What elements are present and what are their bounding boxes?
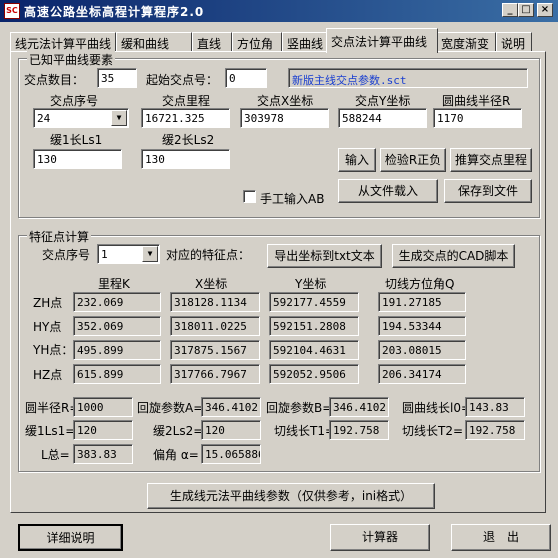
title-bar[interactable]: SC 高速公路坐标高程计算程序2.0 _ □ × (0, 0, 558, 22)
l0-field: 143.83 (465, 397, 525, 417)
header-ip-y: 交点Y坐标 (355, 94, 411, 108)
hz-k-field: 615.899 (73, 364, 161, 384)
window-title: 高速公路坐标高程计算程序2.0 (24, 5, 205, 19)
zh-x-field: 318128.1134 (170, 292, 260, 312)
ls1-label: 缓1长Ls1 (50, 133, 103, 147)
detailed-help-button[interactable]: 详细说明 (18, 524, 123, 551)
tab-huanhe[interactable]: 缓和曲线 (116, 32, 192, 52)
ip-count-label: 交点数目： (24, 73, 85, 87)
generate-cad-button[interactable]: 生成交点的CAD脚本 (392, 244, 515, 268)
tab-fangweijiao[interactable]: 方位角 (232, 32, 282, 52)
minimize-button[interactable]: _ (502, 3, 518, 17)
hy-k-field: 352.069 (73, 316, 161, 336)
ip-no-select[interactable]: 24 ▼ (33, 108, 129, 128)
tab-zhixian[interactable]: 直线 (192, 32, 232, 52)
row-label-yh: YH点： (33, 343, 74, 357)
hy-y-field: 592151.2808 (269, 316, 359, 336)
t1-field: 192.758 (329, 420, 389, 440)
ls1-result-field: 120 (73, 420, 133, 440)
check-r-sign-button[interactable]: 检验R正负 (380, 148, 446, 172)
row-label-hy: HY点 (33, 320, 62, 334)
app-icon: SC (4, 3, 20, 19)
col-header-x: X坐标 (195, 277, 228, 291)
corresponding-points-label: 对应的特征点： (166, 248, 251, 262)
ip-y-input[interactable]: 588244 (338, 108, 427, 128)
ip-no-value: 24 (37, 112, 51, 125)
hz-q-field: 206.34174 (378, 364, 466, 384)
ip-x-input[interactable]: 303978 (240, 108, 329, 128)
tab-jiaodianfa[interactable]: 交点法计算平曲线 (326, 28, 438, 53)
yh-k-field: 495.899 (73, 340, 161, 360)
header-radius: 圆曲线半径R (442, 94, 511, 108)
t1-label: 切线长T1= (274, 424, 336, 438)
yh-q-field: 203.08015 (378, 340, 466, 360)
l-total-label: L总= (41, 448, 70, 462)
tab-shuquxian[interactable]: 竖曲线 (282, 32, 332, 52)
manual-ab-label: 手工输入AB (260, 192, 325, 206)
hy-q-field: 194.53344 (378, 316, 466, 336)
chevron-down-icon[interactable]: ▼ (142, 246, 158, 262)
col-header-q: 切线方位角Q (385, 277, 455, 291)
feature-ip-label: 交点序号 (42, 248, 91, 262)
ls2-result-field: 120 (201, 420, 261, 440)
tab-shuoming[interactable]: 说明 (496, 32, 532, 52)
ls1-result-label: 缓1Ls1= (25, 424, 76, 438)
a-field: 346.4102 (201, 397, 261, 417)
ls2-input[interactable]: 130 (141, 149, 230, 169)
zh-q-field: 191.27185 (378, 292, 466, 312)
b-field: 346.4102 (329, 397, 389, 417)
header-ip-x: 交点X坐标 (257, 94, 314, 108)
l0-label: 圆曲线长l0= (402, 401, 472, 415)
row-label-zh: ZH点 (33, 296, 63, 310)
ls2-result-label: 缓2Ls2= (153, 424, 204, 438)
yh-x-field: 317875.1567 (170, 340, 260, 360)
t2-label: 切线长T2= (402, 424, 464, 438)
ls2-label: 缓2长Ls2 (162, 133, 215, 147)
yh-y-field: 592104.4631 (269, 340, 359, 360)
exit-button[interactable]: 退 出 (451, 524, 551, 551)
feature-ip-select[interactable]: 1 ▼ (97, 244, 160, 264)
save-to-file-button[interactable]: 保存到文件 (444, 179, 532, 203)
t2-field: 192.758 (465, 420, 525, 440)
alpha-field: 15.065886 (201, 444, 261, 464)
a-label: 回旋参数A= (137, 401, 204, 415)
row-label-hz: HZ点 (33, 368, 63, 382)
l-total-field: 383.83 (73, 444, 133, 464)
header-ip-no: 交点序号 (50, 94, 99, 108)
hz-x-field: 317766.7967 (170, 364, 260, 384)
header-ip-station: 交点里程 (162, 94, 211, 108)
feature-calc-title: 特征点计算 (27, 228, 92, 245)
b-label: 回旋参数B= (266, 401, 333, 415)
input-button[interactable]: 输入 (338, 148, 376, 172)
zh-y-field: 592177.4559 (269, 292, 359, 312)
tab-xianyuan[interactable]: 线元法计算平曲线 (10, 32, 116, 52)
calc-ip-station-button[interactable]: 推算交点里程 (450, 148, 532, 172)
file-name-field: 新版主线交点参数.sct (288, 68, 528, 88)
r-field: 1000 (73, 397, 133, 417)
manual-ab-checkbox[interactable] (243, 190, 256, 203)
ip-count-input[interactable]: 35 (97, 68, 137, 88)
col-header-y: Y坐标 (295, 277, 327, 291)
zh-k-field: 232.069 (73, 292, 161, 312)
calculator-button[interactable]: 计算器 (330, 524, 430, 551)
col-header-k: 里程K (98, 277, 130, 291)
maximize-button[interactable]: □ (518, 3, 534, 17)
alpha-label: 偏角 α= (153, 448, 199, 462)
hz-y-field: 592052.9506 (269, 364, 359, 384)
start-ip-input[interactable]: 0 (225, 68, 267, 88)
known-elements-title: 已知平曲线要素 (27, 51, 116, 68)
radius-input[interactable]: 1170 (433, 108, 522, 128)
r-label: 圆半径R= (25, 401, 80, 415)
chevron-down-icon[interactable]: ▼ (111, 110, 127, 126)
close-button[interactable]: × (537, 3, 553, 17)
export-txt-button[interactable]: 导出坐标到txt文本 (267, 244, 382, 268)
start-ip-label: 起始交点号： (146, 73, 219, 87)
hy-x-field: 318011.0225 (170, 316, 260, 336)
load-from-file-button[interactable]: 从文件载入 (338, 179, 438, 203)
generate-params-button[interactable]: 生成线元法平曲线参数（仅供参考，ini格式） (147, 483, 435, 509)
feature-ip-value: 1 (101, 248, 108, 261)
ip-station-input[interactable]: 16721.325 (141, 108, 230, 128)
tab-kuandu[interactable]: 宽度渐变 (436, 32, 496, 52)
ls1-input[interactable]: 130 (33, 149, 122, 169)
